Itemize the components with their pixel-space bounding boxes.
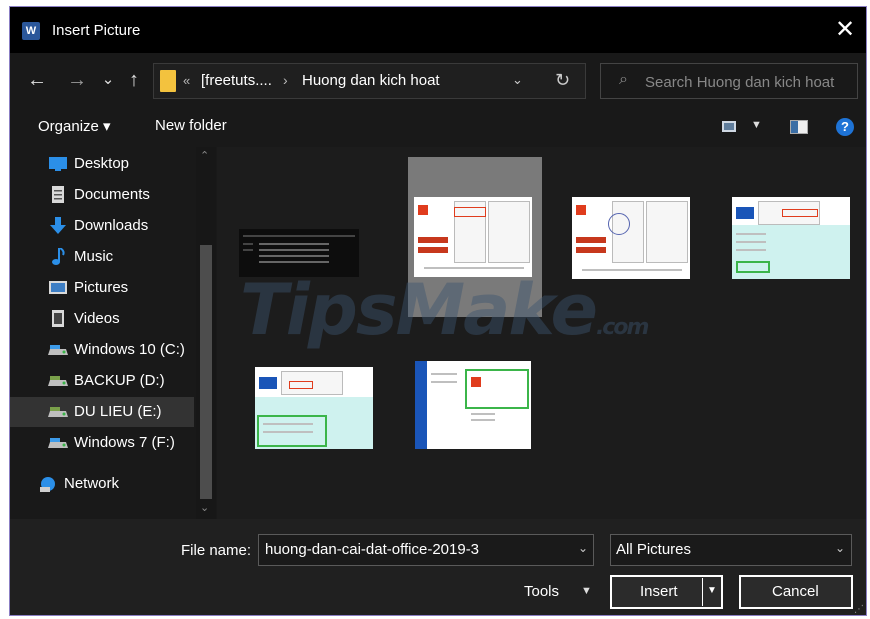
preview-pane-icon[interactable] [790, 120, 808, 134]
pictures-icon [48, 279, 68, 297]
recent-locations-chevron-icon[interactable]: ⌄ [98, 65, 118, 95]
drive-icon [48, 434, 68, 452]
downloads-icon [48, 217, 68, 235]
sidebar-item-downloads[interactable]: Downloads [10, 211, 194, 241]
cancel-label: Cancel [772, 583, 819, 600]
sidebar-item-label: Network [64, 475, 120, 492]
cancel-button[interactable]: Cancel [739, 575, 853, 609]
sidebar-item-network[interactable]: Network [10, 469, 184, 499]
back-arrow-icon[interactable]: ← [24, 65, 50, 95]
thumbnail-image [414, 197, 532, 277]
search-icon: ⌕ [619, 71, 628, 88]
sidebar-scrollbar[interactable]: ⌃ ⌄ [196, 147, 216, 519]
thumbnail-image [732, 197, 850, 279]
forward-arrow-icon[interactable]: → [64, 65, 90, 95]
documents-icon [48, 186, 68, 204]
file-thumbnail[interactable] [732, 197, 850, 279]
sidebar-item-label: Documents [74, 186, 150, 203]
navigation-pane: Desktop Documents Downloads Music Pictur… [10, 147, 217, 519]
drive-icon [48, 341, 68, 359]
breadcrumb-separator-icon[interactable]: › [283, 72, 288, 88]
insert-label: Insert [640, 583, 678, 600]
sidebar-item-label: BACKUP (D:) [74, 372, 165, 389]
file-thumbnail[interactable] [415, 361, 531, 449]
desktop-icon [48, 155, 68, 173]
sidebar-item-pictures[interactable]: Pictures [10, 273, 194, 303]
music-icon [48, 247, 68, 266]
sidebar-item-label: Videos [74, 310, 120, 327]
split-divider [702, 578, 703, 606]
sidebar-item-windows-10-c[interactable]: Windows 10 (C:) [10, 335, 194, 365]
sidebar-item-label: Downloads [74, 217, 149, 234]
sidebar-item-label: Windows 10 (C:) [74, 341, 185, 358]
insert-options-dropdown-icon[interactable]: ▼ [707, 585, 717, 596]
title-bar: W Insert Picture ✕ [10, 7, 866, 53]
drive-icon [48, 372, 68, 390]
help-icon[interactable]: ? [836, 118, 854, 136]
videos-icon [48, 310, 68, 328]
watermark-suffix: .com [595, 315, 649, 340]
sidebar-item-du-lieu-e[interactable]: DU LIEU (E:) [10, 397, 194, 427]
scroll-down-icon[interactable]: ⌄ [200, 501, 209, 514]
file-type-filter[interactable]: All Pictures ⌄ [610, 534, 852, 566]
change-view-icon[interactable] [722, 121, 736, 132]
word-icon: W [22, 22, 40, 40]
watermark-text: TipsMake [240, 269, 598, 351]
sidebar-item-desktop[interactable]: Desktop [10, 149, 194, 179]
file-name-value[interactable]: huong-dan-cai-dat-office-2019-3 [265, 541, 479, 558]
search-box[interactable]: ⌕ [600, 63, 858, 99]
search-input[interactable] [643, 70, 855, 94]
insert-button[interactable]: Insert ▼ [610, 575, 723, 609]
file-name-label: File name: [181, 542, 252, 559]
scroll-up-icon[interactable]: ⌃ [200, 149, 209, 162]
network-icon [38, 475, 58, 493]
tools-dropdown-icon[interactable]: ▼ [581, 585, 592, 597]
sidebar-item-music[interactable]: Music [10, 242, 194, 272]
resize-grip-icon[interactable]: ⋰ [854, 604, 864, 615]
sidebar-item-label: Windows 7 (F:) [74, 434, 175, 451]
sidebar-item-videos[interactable]: Videos [10, 304, 194, 334]
sidebar-item-label: DU LIEU (E:) [74, 403, 162, 420]
dialog-footer: File name: huong-dan-cai-dat-office-2019… [10, 519, 866, 615]
sidebar-item-backup-d[interactable]: BACKUP (D:) [10, 366, 194, 396]
thumbnail-image [415, 361, 531, 449]
thumbnail-image [255, 367, 373, 449]
close-icon[interactable]: ✕ [830, 15, 860, 45]
sidebar-item-label: Pictures [74, 279, 129, 296]
view-options-dropdown-icon[interactable]: ▼ [751, 119, 762, 131]
file-name-field[interactable]: huong-dan-cai-dat-office-2019-3 ⌄ [258, 534, 594, 566]
refresh-icon[interactable]: ↻ [555, 70, 570, 91]
tools-button[interactable]: Tools [524, 583, 559, 600]
breadcrumb-overflow-icon[interactable]: « [183, 73, 190, 88]
file-type-value[interactable]: All Pictures [616, 541, 691, 558]
file-thumbnail[interactable] [572, 197, 690, 279]
breadcrumb-item[interactable]: [freetuts.... [201, 72, 272, 89]
file-thumbnail[interactable] [255, 367, 373, 449]
file-name-dropdown-icon[interactable]: ⌄ [578, 541, 588, 555]
breadcrumb-current[interactable]: Huong dan kich hoat [302, 72, 440, 89]
scroll-thumb[interactable] [200, 245, 212, 499]
up-arrow-icon[interactable]: ↑ [122, 65, 146, 95]
new-folder-button[interactable]: New folder [155, 117, 227, 134]
address-dropdown-icon[interactable]: ⌄ [512, 72, 523, 88]
file-type-dropdown-icon[interactable]: ⌄ [835, 541, 845, 555]
thumbnail-image [572, 197, 690, 279]
address-bar[interactable]: « [freetuts.... › Huong dan kich hoat ⌄ … [153, 63, 586, 99]
dialog-title: Insert Picture [52, 22, 141, 39]
watermark: TipsMake.com [240, 269, 649, 351]
command-toolbar: Organize ▾ New folder ▼ ? [10, 109, 866, 147]
organize-button[interactable]: Organize ▾ [38, 117, 111, 135]
sidebar-item-label: Desktop [74, 155, 130, 172]
folder-icon [160, 70, 176, 92]
sidebar-item-label: Music [74, 248, 114, 265]
sidebar-item-windows-7-f[interactable]: Windows 7 (F:) [10, 428, 194, 458]
drive-icon [48, 403, 68, 421]
sidebar-item-documents[interactable]: Documents [10, 180, 194, 210]
navigation-bar: ← → ⌄ ↑ « [freetuts.... › Huong dan kich… [10, 53, 866, 109]
insert-picture-dialog: W Insert Picture ✕ ← → ⌄ ↑ « [freetuts..… [9, 6, 867, 616]
